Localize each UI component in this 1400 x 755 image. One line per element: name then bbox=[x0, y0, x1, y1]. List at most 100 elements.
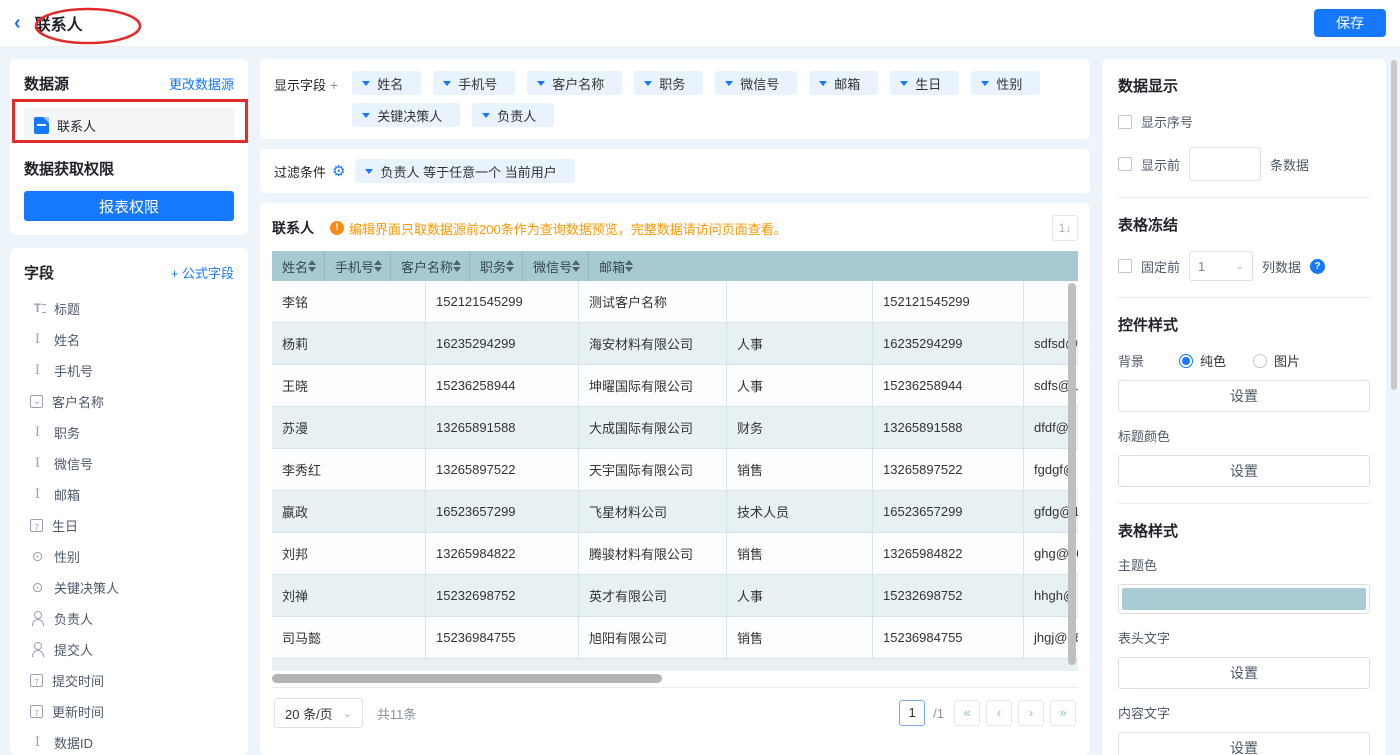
table-vertical-scrollbar[interactable] bbox=[1068, 283, 1076, 665]
field-item[interactable]: 微信号 bbox=[24, 448, 234, 479]
display-field-chip[interactable]: 手机号 bbox=[433, 71, 515, 95]
permission-heading: 数据获取权限 bbox=[24, 158, 234, 179]
field-item[interactable]: 手机号 bbox=[24, 355, 234, 386]
column-header[interactable]: 邮箱 bbox=[589, 251, 641, 281]
column-sort-icon[interactable] bbox=[308, 256, 316, 276]
table-body: 李铭 152121545299 测试客户名称 152121545299 杨莉 1… bbox=[272, 281, 1078, 671]
field-label: 职务 bbox=[54, 423, 80, 442]
display-field-chip[interactable]: 姓名 bbox=[352, 71, 421, 95]
back-button chevron-left-icon[interactable]: ‹ bbox=[14, 13, 21, 33]
solid-color-radio[interactable] bbox=[1179, 354, 1193, 368]
title-color-set-button[interactable]: 设置 bbox=[1118, 455, 1370, 487]
cell-phone: 15232698752 bbox=[426, 575, 579, 617]
column-sort-icon[interactable] bbox=[374, 256, 382, 276]
field-item[interactable]: 生日 bbox=[24, 510, 234, 541]
field-item[interactable]: 负责人 bbox=[24, 603, 234, 634]
column-header[interactable]: 职务 bbox=[470, 251, 523, 281]
first-page-button[interactable]: « bbox=[954, 700, 980, 726]
cell-name: 嬴政 bbox=[272, 491, 426, 533]
title-icon bbox=[30, 301, 45, 316]
prev-page-button[interactable]: ‹ bbox=[986, 700, 1012, 726]
gear-icon[interactable]: ⚙ bbox=[332, 162, 345, 180]
sort-order-icon[interactable]: 1↓ bbox=[1052, 215, 1078, 241]
date-icon bbox=[30, 674, 43, 687]
column-sort-icon[interactable] bbox=[625, 256, 633, 276]
add-formula-field-link[interactable]: + 公式字段 bbox=[171, 263, 234, 282]
display-field-chip[interactable]: 微信号 bbox=[715, 71, 797, 95]
change-datasource-link[interactable]: 更改数据源 bbox=[169, 74, 234, 93]
chevron-down-icon bbox=[900, 81, 908, 90]
display-field-chip[interactable]: 生日 bbox=[890, 71, 959, 95]
current-page-input[interactable]: 1 bbox=[899, 700, 925, 726]
column-sort-icon[interactable] bbox=[506, 256, 514, 276]
table-horizontal-scroll-track bbox=[272, 674, 1078, 683]
radio-icon bbox=[30, 549, 45, 564]
field-item[interactable]: 数据ID bbox=[24, 727, 234, 755]
field-item[interactable]: 标题 bbox=[24, 293, 234, 324]
field-label: 性别 bbox=[54, 547, 80, 566]
display-field-chip[interactable]: 关键决策人 bbox=[352, 103, 460, 127]
field-item[interactable]: 职务 bbox=[24, 417, 234, 448]
column-header[interactable]: 姓名 bbox=[272, 251, 325, 281]
cell-phone: 13265891588 bbox=[426, 407, 579, 449]
show-first-checkbox[interactable] bbox=[1118, 157, 1132, 171]
cell-name: 王晓 bbox=[272, 365, 426, 407]
field-item[interactable]: 姓名 bbox=[24, 324, 234, 355]
column-header[interactable]: 客户名称 bbox=[391, 251, 470, 281]
chevron-down-icon bbox=[362, 113, 370, 122]
text-icon bbox=[30, 735, 45, 750]
preview-notice: ! 编辑界面只取数据源前200条作为查询数据预览，完整数据请访问页面查看。 bbox=[330, 219, 787, 238]
next-page-button[interactable]: › bbox=[1018, 700, 1044, 726]
column-sort-icon[interactable] bbox=[572, 256, 580, 276]
add-display-field-button[interactable]: + bbox=[330, 77, 338, 93]
question-icon[interactable]: ? bbox=[1310, 259, 1325, 274]
table-horizontal-scrollbar[interactable] bbox=[272, 674, 662, 683]
display-field-chips: 姓名 手机号 客户名称 职务 微信号 bbox=[352, 71, 1076, 127]
content-text-set-button[interactable]: 设置 bbox=[1118, 732, 1370, 755]
cell-phone: 13265984822 bbox=[426, 533, 579, 575]
save-button[interactable]: 保存 bbox=[1314, 9, 1386, 37]
display-field-chip[interactable]: 邮箱 bbox=[809, 71, 878, 95]
freeze-checkbox[interactable] bbox=[1118, 259, 1132, 273]
filter-condition-chip[interactable]: 负责人 等于任意一个 当前用户 bbox=[355, 159, 574, 183]
show-index-checkbox[interactable] bbox=[1118, 115, 1132, 129]
show-first-unit: 条数据 bbox=[1270, 155, 1309, 174]
datasource-item-contacts[interactable]: 联系人 bbox=[24, 108, 234, 142]
field-item[interactable]: 关键决策人 bbox=[24, 572, 234, 603]
field-item[interactable]: 提交人 bbox=[24, 634, 234, 665]
report-permission-button[interactable]: 报表权限 bbox=[24, 191, 234, 221]
last-page-button[interactable]: » bbox=[1050, 700, 1076, 726]
header-text-set-button[interactable]: 设置 bbox=[1118, 657, 1370, 689]
freeze-column-select[interactable]: 1 ⌄ bbox=[1189, 251, 1253, 281]
field-item[interactable]: 性别 bbox=[24, 541, 234, 572]
content-text-label: 内容文字 bbox=[1118, 703, 1370, 722]
theme-color-picker[interactable] bbox=[1118, 584, 1370, 614]
person-icon bbox=[30, 611, 45, 626]
display-field-chip[interactable]: 客户名称 bbox=[527, 71, 622, 95]
column-header[interactable]: 微信号 bbox=[523, 251, 589, 281]
field-item[interactable]: 客户名称 bbox=[24, 386, 234, 417]
page-scrollbar[interactable] bbox=[1391, 60, 1397, 390]
field-item[interactable]: 邮箱 bbox=[24, 479, 234, 510]
total-pages: /1 bbox=[933, 706, 944, 721]
column-sort-icon[interactable] bbox=[453, 256, 461, 276]
display-field-chip[interactable]: 负责人 bbox=[472, 103, 554, 127]
datasource-item-label: 联系人 bbox=[57, 116, 96, 135]
column-header[interactable]: 手机号 bbox=[325, 251, 391, 281]
page-size-select[interactable]: 20 条/页 ⌄ bbox=[274, 698, 363, 728]
image-radio[interactable] bbox=[1253, 354, 1267, 368]
show-first-count-input[interactable] bbox=[1189, 147, 1261, 181]
display-field-chip[interactable]: 职务 bbox=[634, 71, 703, 95]
cell-customer: 英才有限公司 bbox=[579, 575, 727, 617]
chevron-down-icon bbox=[537, 81, 545, 90]
cell-phone: 152121545299 bbox=[426, 281, 579, 323]
text-icon bbox=[30, 363, 45, 378]
cell-customer: 大成国际有限公司 bbox=[579, 407, 727, 449]
background-set-button[interactable]: 设置 bbox=[1118, 380, 1370, 412]
field-item[interactable]: 提交时间 bbox=[24, 665, 234, 696]
cell-phone: 15236258944 bbox=[426, 365, 579, 407]
field-item[interactable]: 更新时间 bbox=[24, 696, 234, 727]
widget-style-section: 控件样式 背景 纯色 图片 设置 标题颜色 设置 bbox=[1118, 297, 1370, 503]
display-field-chip[interactable]: 性别 bbox=[971, 71, 1040, 95]
title-color-label: 标题颜色 bbox=[1118, 426, 1370, 445]
